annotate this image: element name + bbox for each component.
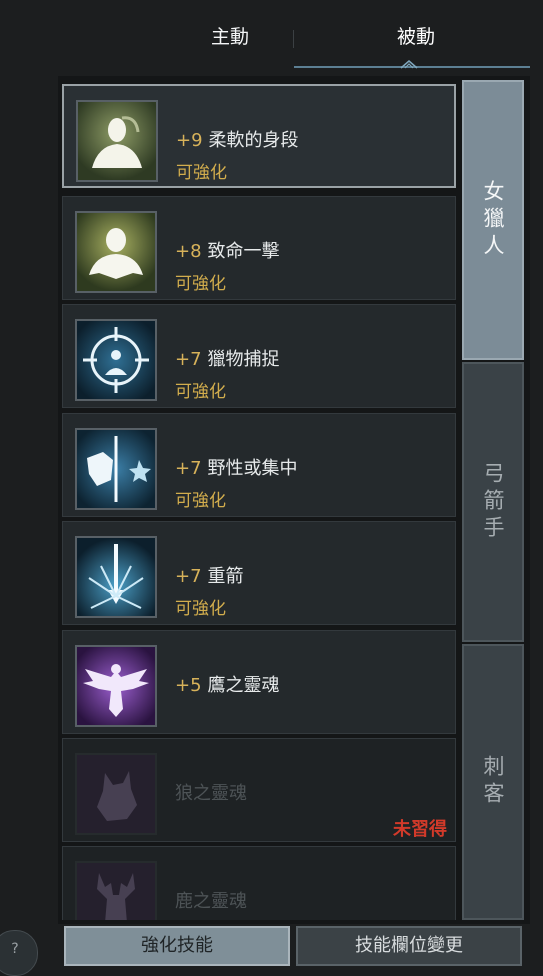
skill-name: 狼之靈魂 (175, 779, 247, 805)
skill-row-4[interactable]: +7 重箭 可強化 (62, 521, 456, 625)
tab-passive-skills[interactable]: 被動 (336, 20, 496, 54)
skill-title: 致命一擊 (207, 241, 280, 262)
skill-status: 可強化 (175, 274, 226, 294)
crosshair-icon (77, 321, 155, 399)
skill-name: 鹿之靈魂 (175, 887, 247, 913)
skill-status: 可強化 (175, 491, 226, 511)
class-tab-label: 弓箭手 (481, 461, 505, 543)
skill-icon-frame (75, 645, 157, 727)
tab-indicator-ornament-icon (400, 60, 418, 69)
class-tab-huntress[interactable]: 女獵人 (462, 80, 524, 360)
skill-icon-frame (76, 100, 158, 182)
skill-level: +7 (175, 349, 202, 370)
skill-row-3[interactable]: +7 野性或集中 可強化 (62, 413, 456, 517)
skill-name: +9 柔軟的身段 (176, 126, 299, 152)
skill-list[interactable]: +9 柔軟的身段 可強化 +8 致命一擊 可強化 +7 獵物捕捉 可強化 +7 … (62, 80, 458, 920)
arrow-burst-icon (77, 538, 155, 616)
skill-title: 獵物捕捉 (207, 349, 280, 370)
skill-status: 可強化 (175, 599, 226, 619)
skill-name: +8 致命一擊 (175, 237, 280, 263)
deer-icon (77, 863, 155, 920)
skill-row-7[interactable]: 鹿之靈魂 (62, 846, 456, 920)
skill-row-5[interactable]: +5 鷹之靈魂 (62, 630, 456, 734)
skill-title: 野性或集中 (207, 458, 298, 479)
change-skill-slot-button[interactable]: 技能欄位變更 (296, 926, 522, 966)
eagle-icon (77, 647, 155, 725)
class-tab-label: 女獵人 (481, 179, 505, 261)
tab-divider (293, 30, 294, 48)
help-button[interactable]: ? (0, 930, 38, 976)
skill-icon-frame (75, 861, 157, 920)
skill-row-2[interactable]: +7 獵物捕捉 可強化 (62, 304, 456, 408)
skill-row-6[interactable]: 狼之靈魂 未習得 (62, 738, 456, 842)
skill-icon-frame (75, 319, 157, 401)
skill-icon-frame (75, 211, 157, 293)
skill-title: 狼之靈魂 (175, 783, 247, 804)
skill-level: +9 (176, 130, 203, 151)
class-tab-assassin[interactable]: 刺客 (462, 644, 524, 920)
woman-silhouette-icon (78, 102, 156, 180)
skill-level: +8 (175, 241, 202, 262)
class-tab-label: 刺客 (481, 755, 505, 809)
enhance-skill-button[interactable]: 強化技能 (64, 926, 290, 966)
bust-silhouette-icon (77, 213, 155, 291)
skill-level: +7 (175, 458, 202, 479)
skill-title: 鷹之靈魂 (207, 675, 280, 696)
skill-name: +7 獵物捕捉 (175, 345, 280, 371)
skill-level: +5 (175, 675, 202, 696)
not-learned-badge: 未習得 (393, 819, 447, 840)
tab-bar: 主動 被動 (60, 0, 530, 72)
wolf-icon (77, 755, 155, 833)
skill-icon-frame (75, 536, 157, 618)
skill-row-0[interactable]: +9 柔軟的身段 可強化 (62, 84, 456, 188)
skill-icon-frame (75, 753, 157, 835)
skill-title: 鹿之靈魂 (175, 891, 247, 912)
skill-title: 柔軟的身段 (208, 130, 299, 151)
skill-name: +7 野性或集中 (175, 454, 298, 480)
skill-status: 可強化 (176, 163, 227, 183)
skill-name: +5 鷹之靈魂 (175, 671, 280, 697)
wolf-moon-icon (77, 430, 155, 508)
tab-active-skills[interactable]: 主動 (174, 20, 286, 54)
skill-level: +7 (175, 566, 202, 587)
skill-status: 可強化 (175, 382, 226, 402)
class-tab-archer[interactable]: 弓箭手 (462, 362, 524, 642)
skill-title: 重箭 (207, 566, 244, 587)
skill-row-1[interactable]: +8 致命一擊 可強化 (62, 196, 456, 300)
skill-icon-frame (75, 428, 157, 510)
skill-name: +7 重箭 (175, 562, 244, 588)
